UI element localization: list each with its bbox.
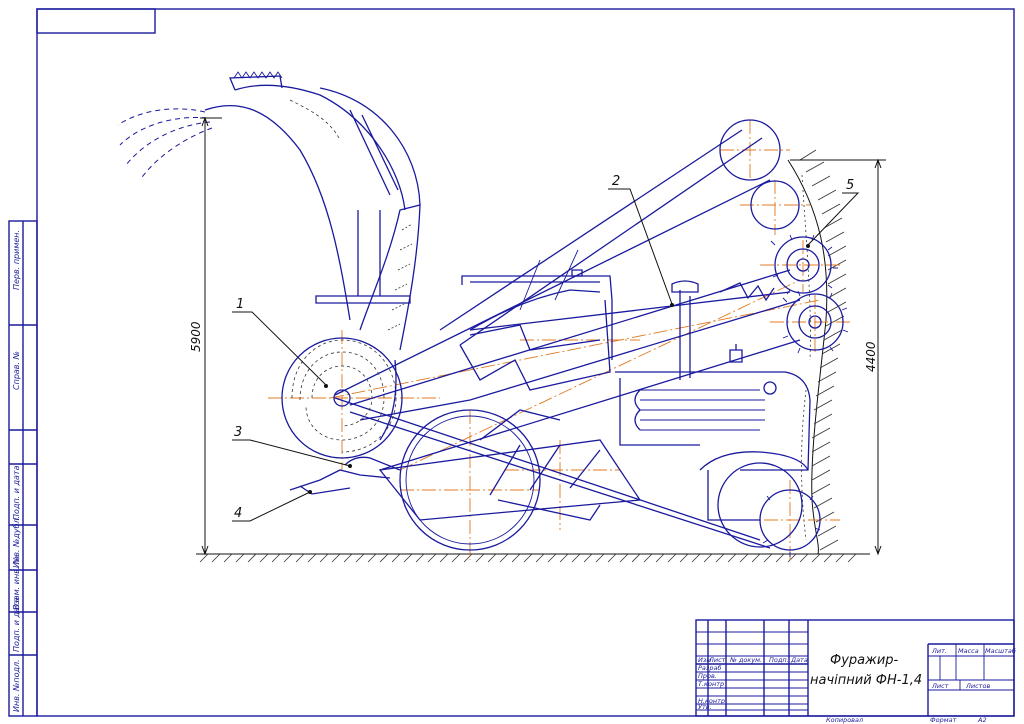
- tb-col-podp: Подп.: [769, 656, 789, 664]
- tb-row-tkontr: Т.контр: [698, 680, 724, 688]
- callout-4: 4: [234, 506, 242, 521]
- dimension-4400: 4400: [864, 341, 878, 372]
- callout-1: 1: [236, 297, 244, 312]
- callout-2: 2: [612, 174, 620, 189]
- tb-row-razrab: Разраб: [698, 664, 721, 672]
- callout-3: 3: [234, 425, 242, 440]
- dimension-5900: 5900: [189, 321, 203, 352]
- callout-5: 5: [846, 178, 854, 193]
- tb-col-data: Дата: [790, 656, 808, 664]
- tb-list: Лист: [931, 682, 949, 690]
- technical-drawing-sheet: Перв. примен. Справ. № Подп. и дата Инв.…: [8, 8, 1016, 724]
- tractor: [399, 269, 811, 551]
- side-label-inv-podl: Инв. №подл.: [12, 659, 21, 712]
- tb-col-docum: № докум.: [729, 656, 762, 664]
- tb-lit: Лит.: [931, 647, 947, 655]
- tb-kopiroval: Копировал: [826, 716, 863, 724]
- tb-format: Формат: [930, 716, 957, 724]
- side-label-sprav: Справ. №: [12, 351, 21, 390]
- chopper-and-spout: [117, 71, 421, 495]
- drawing-title-line2: начіпний ФН-1,4: [810, 673, 922, 688]
- side-label-podp-data-2: Подп. и дата: [12, 597, 21, 652]
- tb-col-list: Лист: [708, 656, 726, 664]
- pickup-drums: [719, 119, 849, 557]
- side-label-podp-data: Подп. и дата: [12, 465, 21, 520]
- drawing-title-line1: Фуражир-: [830, 653, 899, 668]
- top-left-stamp: [36, 8, 156, 34]
- side-label-perv-primen: Перв. примен.: [12, 230, 21, 290]
- title-block: Изм Лист № докум. Подп. Дата Разраб Пров…: [695, 619, 1016, 724]
- tb-row-utv: Утв.: [698, 703, 712, 711]
- tb-listov: Листов: [965, 682, 990, 690]
- silage-wall: [787, 149, 847, 555]
- header-frame: [334, 129, 801, 549]
- tb-masshtab: Масштаб: [985, 647, 1016, 655]
- side-stamp: Перв. примен. Справ. № Подп. и дата Инв.…: [8, 220, 38, 717]
- ground: [196, 553, 870, 563]
- tb-format-value: А2: [977, 716, 987, 724]
- tb-massa: Масса: [958, 647, 979, 655]
- tb-row-prov: Пров.: [698, 672, 717, 680]
